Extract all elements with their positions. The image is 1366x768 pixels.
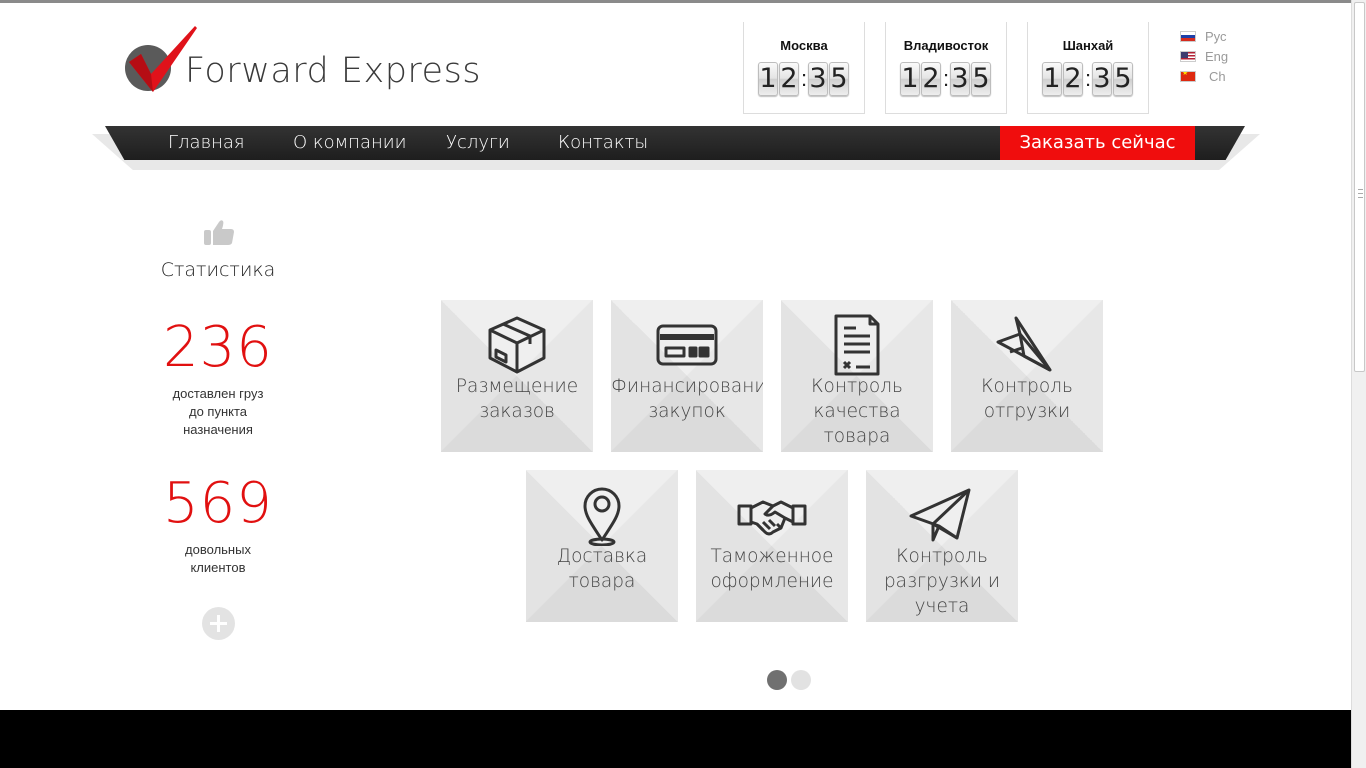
clock-digit: 1 <box>758 62 778 96</box>
clock-digit: 5 <box>971 62 991 96</box>
service-label-line: закупок <box>648 401 726 422</box>
service-label-line: Доставка <box>556 546 648 567</box>
lang-en[interactable]: Eng <box>1180 46 1240 66</box>
clock-city-label: Шанхай <box>1062 38 1114 53</box>
scrollbar-thumb[interactable] <box>1354 2 1365 372</box>
service-tile-financing[interactable]: Финансирование закупок <box>611 300 763 452</box>
stat-desc-delivered: доставлен груз до пункта назначения <box>148 385 288 439</box>
stat-desc-clients: довольных клиентов <box>148 541 288 577</box>
russia-flag-icon <box>1180 30 1196 42</box>
service-label-line: заказов <box>479 401 555 422</box>
stat-desc-line: доставлен груз <box>172 386 264 401</box>
paper-plane-icon <box>996 316 1052 372</box>
stat-desc-line: до пункта <box>188 404 248 419</box>
stat-value-delivered: 236 <box>163 315 273 380</box>
service-label-line: Контроль <box>811 376 903 397</box>
clock-city-label: Владивосток <box>903 38 989 53</box>
service-tile-quality[interactable]: Контроль качества товара <box>781 300 933 452</box>
clock-shanghai: Шанхай 1 2 : 3 5 <box>1027 22 1149 114</box>
service-label-line: Контроль <box>896 546 988 567</box>
clock-digits: 1 2 : 3 5 <box>1042 62 1134 96</box>
service-label-line: разгрузки и <box>883 571 1001 592</box>
service-label-line: оформление <box>710 571 834 592</box>
stat-value-clients: 569 <box>163 471 273 536</box>
statistics-title: Статистика <box>160 259 276 281</box>
footer <box>0 710 1351 768</box>
scrollbar-grip-icon <box>1358 189 1363 198</box>
service-label-line: качества <box>813 401 901 422</box>
clock-digit: 1 <box>900 62 920 96</box>
service-tile-unloading[interactable]: Контроль разгрузки и учета <box>866 470 1018 622</box>
lang-ru[interactable]: Рус <box>1180 26 1240 46</box>
lang-label: Ch <box>1209 68 1226 84</box>
slider-dot[interactable] <box>791 670 811 690</box>
clock-digit: 1 <box>1042 62 1062 96</box>
service-label: Размещение заказов <box>441 374 593 424</box>
clock-moscow: Москва 1 2 : 3 5 <box>743 22 865 114</box>
send-icon <box>909 488 971 542</box>
nav-item-services[interactable]: Услуги <box>446 126 510 160</box>
service-label-line: Финансирование <box>611 376 763 397</box>
thumbs-up-icon <box>204 220 234 245</box>
clock-digits: 1 2 : 3 5 <box>900 62 992 96</box>
document-icon <box>834 314 880 376</box>
clock-separator: : <box>1084 66 1092 91</box>
clock-digit: 2 <box>921 62 941 96</box>
clock-city-label: Москва <box>780 38 828 53</box>
box-icon <box>488 316 546 374</box>
china-flag-icon <box>1180 70 1196 82</box>
service-label-line: учета <box>914 596 970 617</box>
language-switcher: Рус Eng Ch <box>1180 26 1240 86</box>
service-label-line: отгрузки <box>983 401 1071 422</box>
service-label: Контроль качества товара <box>781 374 933 449</box>
clock-digit: 5 <box>829 62 849 96</box>
service-label-line: Таможенное <box>710 546 834 567</box>
credit-card-icon <box>656 324 718 366</box>
lang-label: Рус <box>1205 28 1227 44</box>
clock-separator: : <box>942 66 950 91</box>
service-label: Контроль отгрузки <box>951 374 1103 424</box>
clock-digits: 1 2 : 3 5 <box>758 62 850 96</box>
service-label: Таможенное оформление <box>696 544 848 594</box>
service-label: Доставка товара <box>526 544 678 594</box>
service-label-line: товара <box>568 571 636 592</box>
order-now-button[interactable]: Заказать сейчас <box>1000 126 1195 160</box>
clock-vladivostok: Владивосток 1 2 : 3 5 <box>885 22 1007 114</box>
service-label-line: товара <box>823 426 891 447</box>
nav-item-home[interactable]: Главная <box>168 126 245 160</box>
top-border <box>0 0 1351 3</box>
logo-text: Forward Express <box>185 51 482 91</box>
nav-item-contacts[interactable]: Контакты <box>558 126 648 160</box>
clock-digit: 2 <box>779 62 799 96</box>
stat-desc-line: клиентов <box>190 560 246 575</box>
service-tile-orders[interactable]: Размещение заказов <box>441 300 593 452</box>
service-tile-customs[interactable]: Таможенное оформление <box>696 470 848 622</box>
service-label: Финансирование закупок <box>611 374 763 424</box>
nav-item-about[interactable]: О компании <box>293 126 406 160</box>
clock-digit: 3 <box>808 62 828 96</box>
slider-dot-active[interactable] <box>767 670 787 690</box>
service-label-line: Размещение <box>455 376 579 397</box>
clock-digit: 3 <box>950 62 970 96</box>
clock-digit: 2 <box>1063 62 1083 96</box>
lang-label: Eng <box>1205 48 1229 64</box>
stat-desc-line: назначения <box>183 422 253 437</box>
service-label: Контроль разгрузки и учета <box>866 544 1018 619</box>
logo[interactable]: Forward Express <box>123 24 483 98</box>
service-label-line: Контроль <box>981 376 1073 397</box>
vertical-scrollbar[interactable] <box>1351 0 1366 768</box>
map-pin-icon <box>583 487 621 546</box>
stat-desc-line: довольных <box>185 542 251 557</box>
lang-ch[interactable]: Ch <box>1180 66 1240 86</box>
service-tile-delivery[interactable]: Доставка товара <box>526 470 678 622</box>
plus-circle-icon[interactable] <box>202 607 235 640</box>
clock-digit: 5 <box>1113 62 1133 96</box>
service-tile-shipment[interactable]: Контроль отгрузки <box>951 300 1103 452</box>
clock-digit: 3 <box>1092 62 1112 96</box>
usa-flag-icon <box>1180 50 1196 62</box>
handshake-icon <box>737 500 807 536</box>
clock-separator: : <box>800 66 808 91</box>
page: Forward Express Москва 1 2 : 3 5 Владиво… <box>0 0 1351 768</box>
